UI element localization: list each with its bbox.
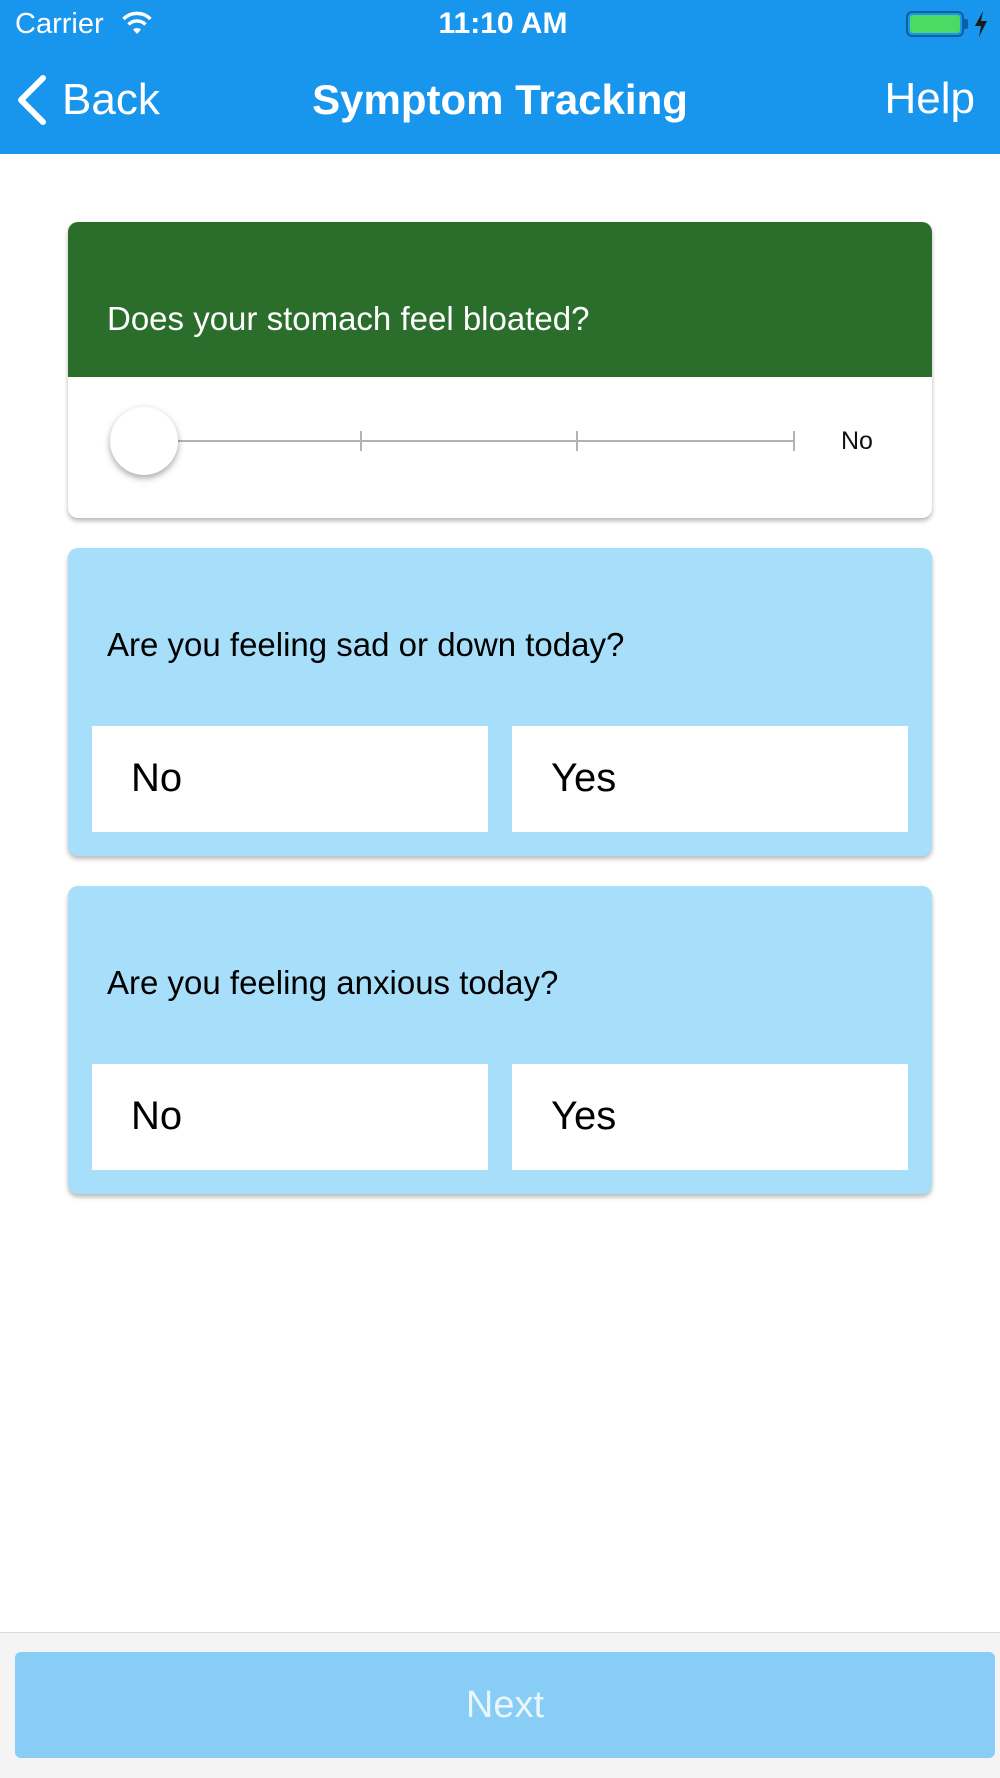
- anxious-question-card: Are you feeling anxious today? No Yes: [68, 886, 932, 1194]
- anxious-yes-button[interactable]: Yes: [512, 1064, 908, 1170]
- sad-question-card: Are you feeling sad or down today? No Ye…: [68, 548, 932, 856]
- slider-value-label: No: [841, 427, 873, 455]
- nav-bar: Back Symptom Tracking Help: [0, 50, 1000, 154]
- sad-yes-button[interactable]: Yes: [512, 726, 908, 832]
- option-label: No: [131, 1094, 183, 1138]
- header: Carrier 11:10 AM Back Symptom Tracking H…: [0, 0, 1000, 154]
- battery-icon: [906, 11, 964, 37]
- battery-cap: [964, 19, 968, 29]
- page-title: Symptom Tracking: [312, 76, 688, 123]
- help-button[interactable]: Help: [885, 74, 976, 124]
- status-time: 11:10 AM: [438, 7, 568, 40]
- bloated-slider[interactable]: No: [68, 377, 932, 518]
- option-label: Yes: [551, 1094, 617, 1138]
- status-bar: Carrier 11:10 AM: [0, 0, 1000, 50]
- slider-track[interactable]: [145, 440, 795, 442]
- bloated-question-card: Does your stomach feel bloated? No: [68, 222, 932, 518]
- footer: Next: [0, 1632, 1000, 1778]
- slider-tick: [360, 431, 362, 451]
- battery-level: [910, 15, 960, 33]
- anxious-question-text: Are you feeling anxious today?: [107, 964, 559, 1001]
- option-label: No: [131, 756, 183, 800]
- anxious-no-button[interactable]: No: [92, 1064, 488, 1170]
- bloated-question-text: Does your stomach feel bloated?: [107, 300, 590, 337]
- next-button[interactable]: Next: [15, 1652, 995, 1758]
- bolt-icon: [975, 11, 987, 37]
- bloated-question-header: Does your stomach feel bloated?: [68, 222, 932, 377]
- option-label: Yes: [551, 756, 617, 800]
- slider-tick: [576, 431, 578, 451]
- slider-thumb[interactable]: [110, 407, 178, 475]
- slider-tick: [793, 431, 795, 451]
- sad-question-text: Are you feeling sad or down today?: [107, 626, 625, 663]
- sad-no-button[interactable]: No: [92, 726, 488, 832]
